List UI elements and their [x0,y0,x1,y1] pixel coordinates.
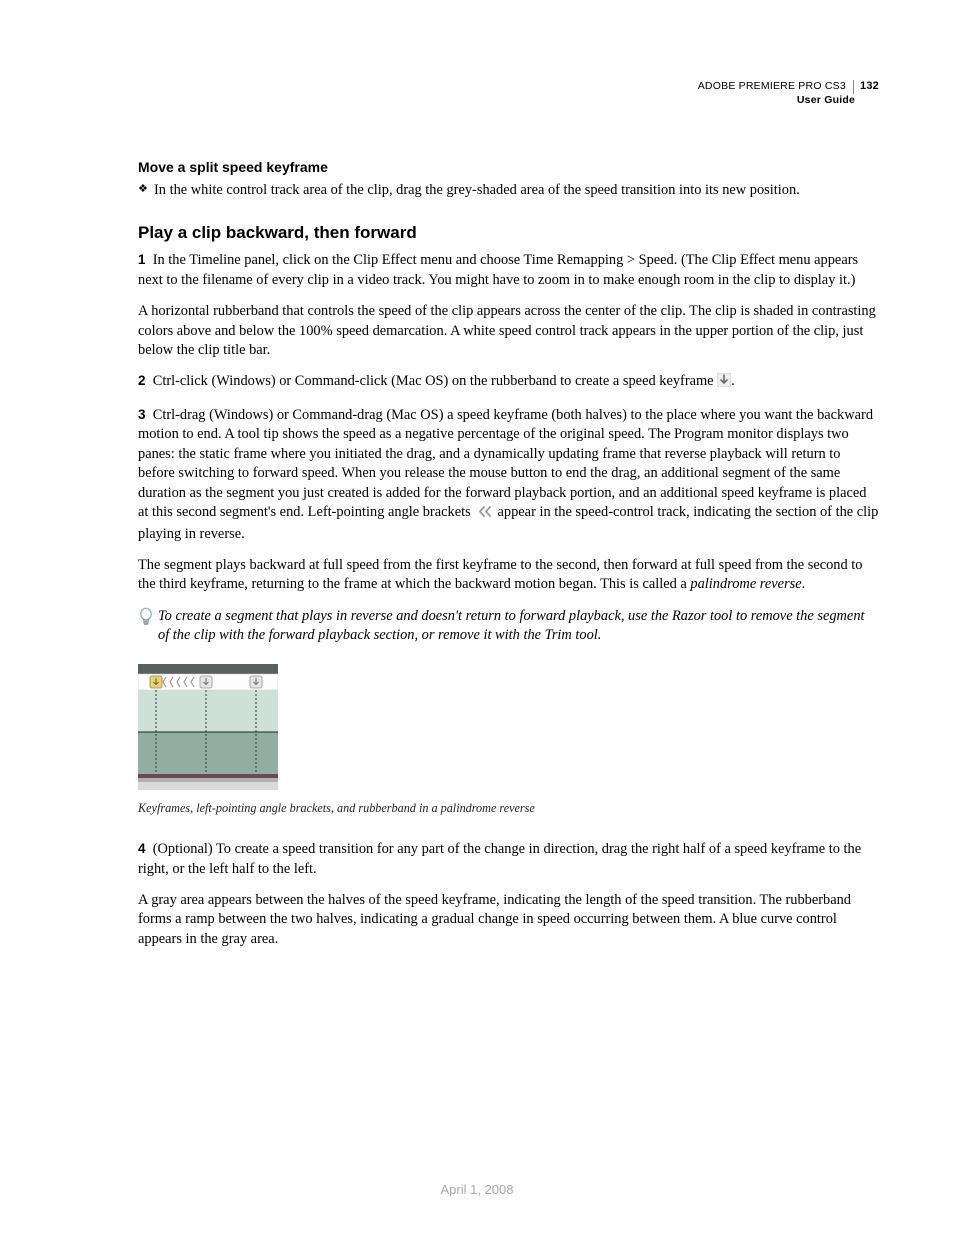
section1-title: Move a split speed keyframe [138,158,879,177]
header-product: ADOBE PREMIERE PRO CS3 [698,80,846,93]
step-1-text: In the Timeline panel, click on the Clip… [138,252,858,287]
step-number: 1 [138,252,146,267]
step-2: 2 Ctrl-click (Windows) or Command-click … [138,372,879,393]
step-number: 3 [138,407,146,422]
diamond-bullet-icon: ❖ [138,181,154,200]
section2-title: Play a clip backward, then forward [138,222,879,245]
paragraph-gray-area: A gray area appears between the halves o… [138,891,879,949]
step-2-text-b: . [731,373,735,389]
para2-italic: palindrome reverse [690,576,801,592]
section1-bullet: ❖ In the white control track area of the… [138,181,879,200]
section1-bullet-text: In the white control track area of the c… [154,181,879,200]
left-angle-brackets-icon [478,505,494,524]
footer-date: April 1, 2008 [0,1181,954,1199]
tip-text: To create a segment that plays in revers… [158,607,879,646]
step-1: 1 In the Timeline panel, click on the Cl… [138,251,879,290]
step-3: 3 Ctrl-drag (Windows) or Command-drag (M… [138,406,879,544]
step-number: 4 [138,841,146,856]
page-header: ADOBE PREMIERE PRO CS3 132 User Guide [698,80,879,107]
palindrome-figure [138,664,879,792]
header-page-number: 132 [853,80,879,94]
tip-block: To create a segment that plays in revers… [138,607,879,646]
step-number: 2 [138,373,146,388]
figure-caption: Keyframes, left-pointing angle brackets,… [138,800,879,816]
lightbulb-icon [138,607,158,646]
speed-keyframe-icon [717,373,731,393]
step-4-text: (Optional) To create a speed transition … [138,841,861,876]
step-4: 4 (Optional) To create a speed transitio… [138,840,879,879]
step-2-text-a: Ctrl-click (Windows) or Command-click (M… [153,373,717,389]
header-subtitle: User Guide [698,94,855,107]
main-content: Move a split speed keyframe ❖ In the whi… [138,158,879,949]
para2-c: . [802,576,806,592]
paragraph-rubberband: A horizontal rubberband that controls th… [138,302,879,360]
paragraph-palindrome: The segment plays backward at full speed… [138,556,879,595]
